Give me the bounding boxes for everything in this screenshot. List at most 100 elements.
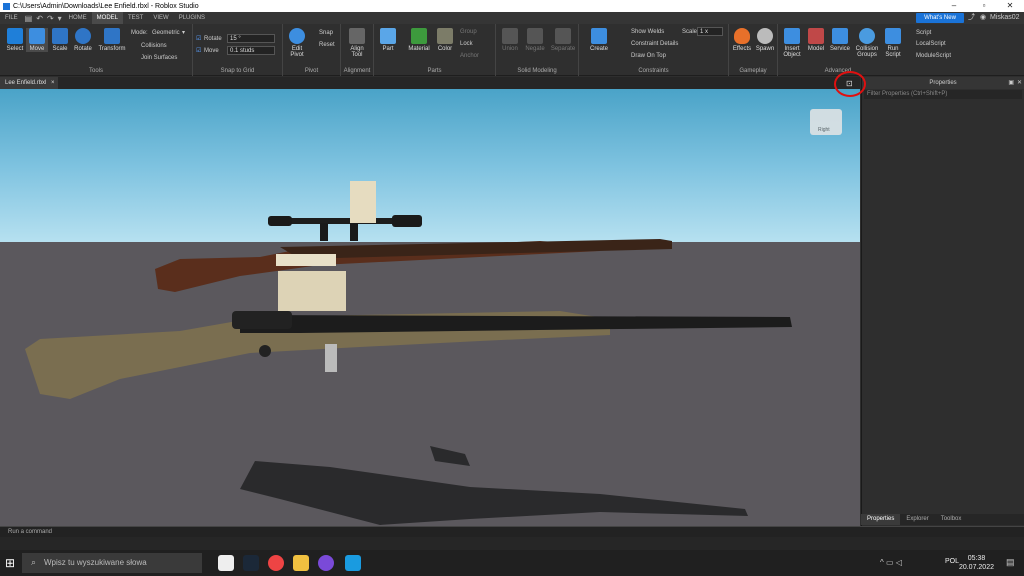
group-solid-modeling: Union Negate Separate Solid Modeling (496, 24, 579, 76)
scale-icon (52, 28, 68, 44)
group-snap: ☑ Rotate 15 ° ☑ Move 0.1 studs Snap to G… (193, 24, 283, 76)
union-button[interactable]: Union (499, 28, 521, 52)
local-script-button[interactable]: LocalScript (916, 40, 946, 49)
tab-explorer[interactable]: Explorer (900, 514, 934, 525)
username[interactable]: Miskas02 (990, 13, 1020, 23)
scoped-rifle[interactable] (155, 181, 672, 292)
tray-icons[interactable]: ^ ▭ ◁ (880, 558, 902, 567)
cursor-icon (7, 28, 23, 44)
insert-object-button[interactable]: Insert Object (781, 28, 803, 58)
pivot-group-label: Pivot (304, 68, 319, 74)
notifications-icon[interactable]: ▤ (1006, 557, 1015, 568)
quick-access-icon[interactable]: ▾ (56, 14, 64, 23)
tab-toolbox[interactable]: Toolbox (935, 514, 968, 525)
script-button[interactable]: Script (916, 29, 931, 38)
app-icon[interactable] (318, 555, 334, 571)
constraint-details-toggle[interactable]: Constraint Details (631, 40, 678, 49)
collisions-toggle[interactable]: Collisions (141, 42, 167, 51)
material-button[interactable]: Material (404, 28, 434, 52)
maximize-icon[interactable]: ▫ (970, 0, 998, 12)
language-indicator[interactable]: POL (945, 558, 959, 565)
undock-icon[interactable]: ▣ (1008, 77, 1014, 89)
scale-button[interactable]: Scale (49, 28, 71, 52)
service-button[interactable]: Service (828, 28, 852, 52)
long-rifle[interactable] (25, 271, 792, 399)
reset-pivot-button[interactable]: Reset (319, 41, 335, 50)
windows-taskbar: ⊞ Wpisz tu wyszukiwane słowa ⌕ ^ ▭ ◁ POL… (0, 550, 1024, 576)
edit-pivot-button[interactable]: Edit Pivot (286, 28, 308, 58)
3d-viewport[interactable]: Right (0, 89, 860, 526)
rotate-button[interactable]: Rotate (72, 28, 94, 52)
tab-properties[interactable]: Properties (861, 514, 901, 525)
tab-test[interactable]: TEST (123, 12, 148, 24)
command-bar-input[interactable]: Run a command (0, 526, 1024, 537)
transform-button[interactable]: Transform (96, 28, 128, 52)
roblox-icon[interactable] (218, 555, 234, 571)
collision-groups-button[interactable]: Collision Groups (853, 28, 881, 58)
separate-button[interactable]: Separate (549, 28, 577, 52)
chrome-icon[interactable] (268, 555, 284, 571)
tab-view[interactable]: VIEW (148, 12, 173, 24)
taskbar-clock[interactable]: 05:38 20.07.2022 (959, 554, 994, 572)
part-icon (380, 28, 396, 44)
align-icon (349, 28, 365, 44)
save-icon[interactable]: ▤ (23, 14, 35, 23)
color-button[interactable]: Color (434, 28, 456, 52)
tab-plugins[interactable]: PLUGINS (174, 12, 210, 24)
whats-new-button[interactable]: What's New (916, 13, 964, 23)
check-icon[interactable]: ☑ (196, 35, 201, 44)
document-tab[interactable]: Lee Enfield.rbxl × (0, 77, 58, 89)
close-tab-icon[interactable]: × (51, 80, 55, 86)
windows-start-icon[interactable]: ⊞ (5, 556, 15, 570)
part-button[interactable]: Part (377, 28, 399, 52)
group-alignment: Align Tool Alignment (341, 24, 374, 76)
close-panel-icon[interactable]: ✕ (1017, 77, 1022, 89)
snap-rotate-label: Rotate (204, 36, 222, 42)
snap-move-input[interactable]: 0.1 studs (227, 46, 275, 55)
view-cube[interactable]: Right (810, 109, 842, 135)
scene-svg (25, 181, 792, 525)
create-constraint-button[interactable]: Create (588, 28, 610, 52)
show-welds-toggle[interactable]: Show Welds (631, 28, 664, 37)
tab-model[interactable]: MODEL (91, 12, 123, 24)
group-button[interactable]: Group (460, 28, 477, 37)
dock-panel-icon[interactable]: ⊡ (846, 79, 853, 88)
draw-on-top-toggle[interactable]: Draw On Top (631, 52, 666, 61)
steam-icon[interactable] (243, 555, 259, 571)
snap-move-label: Move (204, 48, 219, 54)
tab-file[interactable]: FILE (0, 12, 23, 24)
select-button[interactable]: Select (4, 28, 26, 52)
run-script-button[interactable]: Run Script (882, 28, 904, 58)
pivot-icon (289, 28, 305, 44)
lock-button[interactable]: Lock (460, 40, 473, 49)
module-script-button[interactable]: ModuleScript (916, 52, 951, 61)
check-icon[interactable]: ☑ (196, 47, 201, 56)
snap-pivot-button[interactable]: Snap (319, 29, 333, 38)
taskbar-search-input[interactable]: Wpisz tu wyszukiwane słowa (22, 553, 202, 573)
negate-button[interactable]: Negate (524, 28, 546, 52)
share-icon[interactable]: ⤴ (968, 13, 975, 23)
close-window-icon[interactable]: ✕ (996, 0, 1024, 12)
search-icon: ⌕ (31, 557, 37, 567)
move-arrows-icon (29, 28, 45, 44)
constraint-scale-input[interactable]: 1 x (697, 27, 723, 36)
status-area (0, 537, 1024, 550)
file-explorer-icon[interactable] (293, 555, 309, 571)
join-surfaces-toggle[interactable]: Join Surfaces (141, 54, 177, 63)
mode-select[interactable]: Geometric (152, 29, 180, 38)
chevron-down-icon[interactable]: ▾ (182, 29, 185, 38)
model-button[interactable]: Model (805, 28, 827, 52)
align-tool-button[interactable]: Align Tool (346, 28, 368, 58)
snap-rotate-input[interactable]: 15 ° (227, 34, 275, 43)
anchor-button[interactable]: Anchor (460, 52, 479, 61)
spawn-button[interactable]: Spawn (754, 28, 776, 52)
snap-group-label: Snap to Grid (220, 68, 255, 74)
roblox-studio-icon[interactable] (345, 555, 361, 571)
move-button[interactable]: Move (26, 28, 48, 52)
minimize-icon[interactable]: – (940, 0, 968, 12)
redo-icon[interactable]: ↷ (45, 14, 56, 23)
effects-button[interactable]: Effects (731, 28, 753, 52)
undo-icon[interactable]: ↶ (34, 14, 45, 23)
tab-home[interactable]: HOME (64, 12, 92, 24)
properties-filter-input[interactable]: Filter Properties (Ctrl+Shift+P) (864, 90, 1022, 99)
